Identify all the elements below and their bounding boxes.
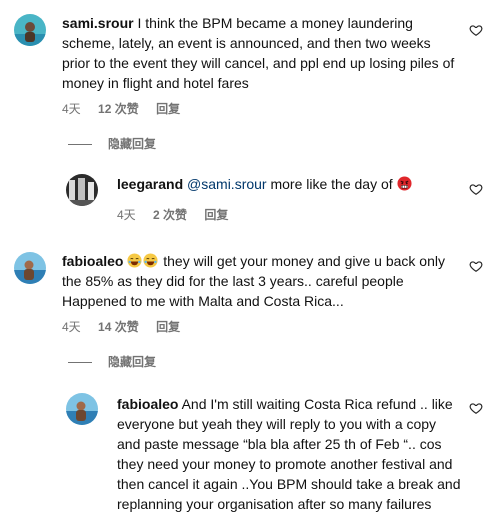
comment-time[interactable]: 4天 [62,320,81,334]
comment-text: more like the day of [270,176,393,192]
like-heart-icon[interactable] [469,401,483,415]
comment-body: leegarand @sami.srour more like the day … [117,174,457,194]
reply-button[interactable]: 回复 [156,102,180,116]
hide-replies-button[interactable]: 隐藏回复 [68,354,156,370]
comment-username[interactable]: fabioaleo [117,396,178,412]
comment-time[interactable]: 4天 [62,102,81,116]
reply-button[interactable]: 回复 [156,320,180,334]
comment-likes[interactable]: 14 次赞 [98,320,139,334]
comment-username[interactable]: fabioaleo [62,253,123,269]
divider-line [68,143,92,145]
hide-replies-label: 隐藏回复 [108,355,157,369]
avatar-fabioaleo[interactable] [66,393,98,425]
comment-body: fabioaleo they will get your money and g… [62,251,462,311]
comment-body: sami.srour I think the BPM became a mone… [62,13,462,93]
like-heart-icon[interactable] [469,23,483,37]
comment-meta: 4天 12 次赞 回复 [62,101,194,117]
like-heart-icon[interactable] [469,259,483,273]
avatar-fabioaleo[interactable] [14,252,46,284]
divider-line [68,361,92,363]
hide-replies-button[interactable]: 隐藏回复 [68,136,156,152]
hide-replies-label: 隐藏回复 [108,137,157,151]
comment-username[interactable]: sami.srour [62,15,134,31]
laughing-face-icon [143,253,158,268]
comment-username[interactable]: leegarand [117,176,183,192]
comment-likes[interactable]: 2 次赞 [153,208,187,222]
reply-button[interactable]: 回复 [204,208,228,222]
comment-body: fabioaleo And I'm still waiting Costa Ri… [117,394,462,514]
mention-link[interactable]: @sami.srour [187,176,267,192]
comment-text: And I'm still waiting Costa Rica refund … [117,396,461,512]
comment-meta: 4天 14 次赞 回复 [62,319,194,335]
avatar-leegarand[interactable] [66,174,98,206]
like-heart-icon[interactable] [469,182,483,196]
laughing-face-icon [127,253,142,268]
avatar-sami-srour[interactable] [14,14,46,46]
comment-time[interactable]: 4天 [117,208,136,222]
comment-meta: 4天 2 次赞 回复 [117,207,242,223]
angry-face-icon [397,176,412,191]
comment-likes[interactable]: 12 次赞 [98,102,139,116]
